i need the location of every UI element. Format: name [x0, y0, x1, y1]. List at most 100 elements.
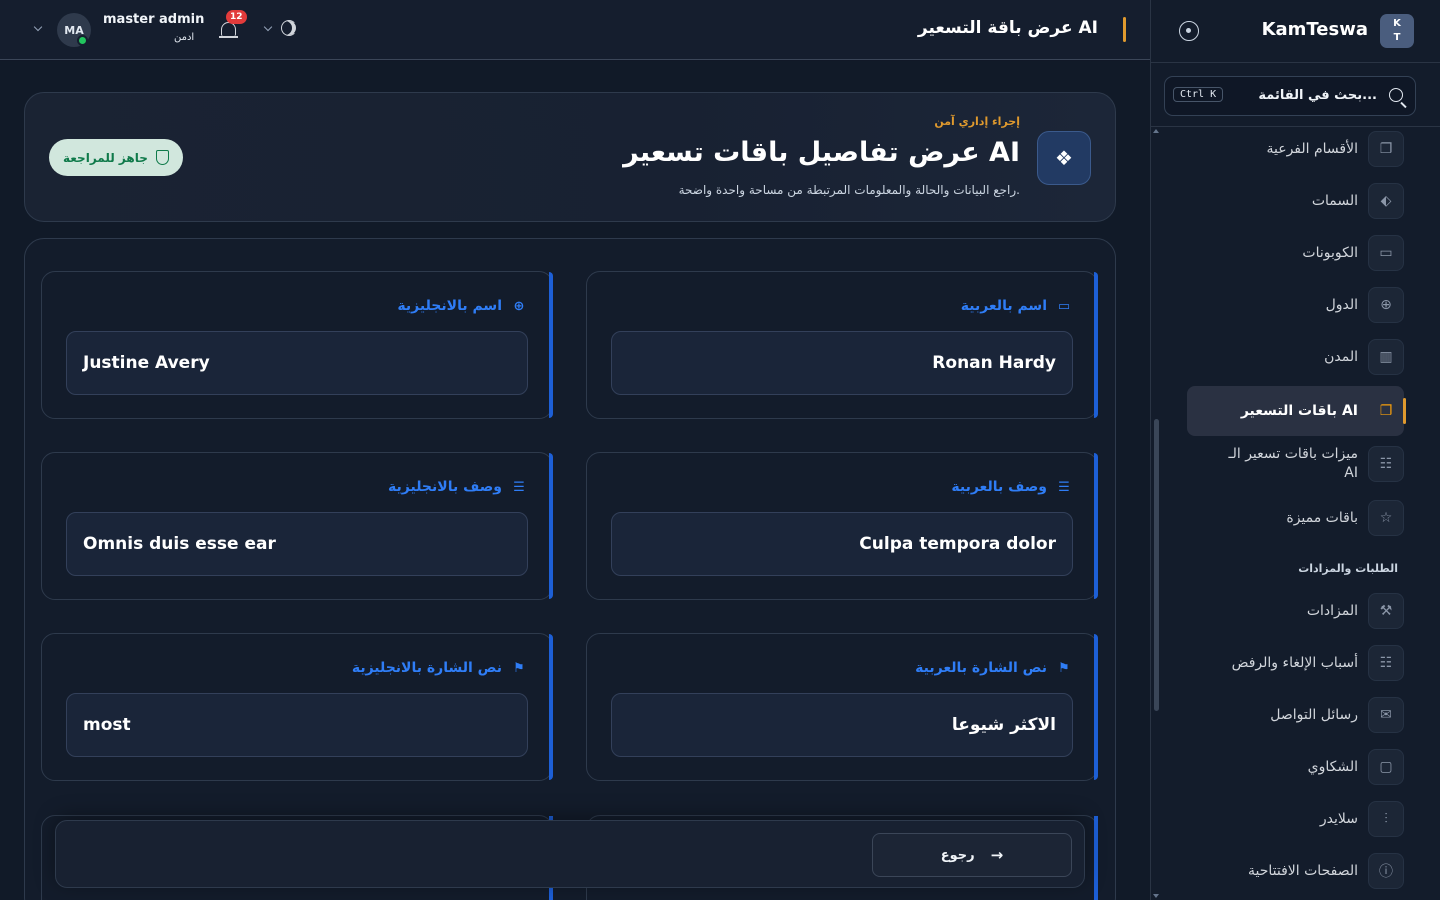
copy-icon: ❐ [1368, 131, 1404, 167]
field-value: Culpa tempora dolor [611, 512, 1073, 576]
sidebar-item-label: ميزات باقات تسعير الـ AI [1228, 445, 1358, 483]
field-label: ⚑ نص الشارة بالانجليزية [352, 660, 528, 676]
field-value: Justine Avery [66, 331, 528, 395]
sidebar-item-label: رسائل التواصل [1270, 706, 1358, 723]
sidebar-item-label: أسباب الإلغاء والرفض [1231, 654, 1358, 671]
mail-icon: ✉ [1368, 697, 1404, 733]
sliders-icon: ⫶ [1368, 801, 1404, 837]
sidebar-item-label: باقات التسعير AI [1240, 402, 1358, 419]
building-icon: ▥ [1368, 339, 1404, 375]
action-footer: رجوع → [55, 820, 1085, 888]
title-accent-bar [1123, 17, 1126, 42]
scroll-up-arrow[interactable] [1153, 129, 1159, 133]
field-label: ☰ وصف بالانجليزية [388, 479, 528, 495]
logo-letter: K [1393, 18, 1401, 29]
sidebar-item-complaints[interactable]: الشكاوي ▢ [1188, 741, 1404, 793]
page-header-card: ❖ إجراء إداري آمن عرض تفاصيل باقات تسعير… [24, 92, 1116, 222]
scrollbar-thumb[interactable] [1154, 419, 1159, 711]
label-line: AI [1344, 465, 1358, 481]
align-text-icon: ☰ [1058, 479, 1070, 495]
sidebar-item-ai-package-features[interactable]: ميزات باقات تسعير الـ AI ☷ [1188, 438, 1404, 490]
sidebar-item-label: الشكاوي [1307, 758, 1358, 775]
field-label-text: نص الشارة بالعربية [915, 660, 1047, 676]
back-button[interactable]: رجوع → [872, 833, 1072, 877]
scroll-down-arrow[interactable] [1153, 894, 1159, 898]
field-badge-ar: ⚑ نص الشارة بالعربية الاكثر شيوعا [586, 633, 1098, 781]
online-status-dot [77, 35, 88, 46]
sidebar-item-subcategories[interactable]: الأقسام الفرعية ❐ [1188, 127, 1404, 175]
search-placeholder: بحث في القائمة... [1258, 88, 1377, 103]
field-label: ⚑ نص الشارة بالعربية [915, 660, 1073, 676]
sidebar-item-label: الأقسام الفرعية [1266, 140, 1359, 157]
sidebar-item-label: المدن [1324, 348, 1358, 365]
sidebar-item-attributes[interactable]: السمات ⬖ [1188, 175, 1404, 227]
back-label: رجوع [940, 847, 975, 863]
logo[interactable]: K T [1380, 14, 1414, 48]
globe-icon: ⊕ [1368, 287, 1404, 323]
field-label: ☰ وصف بالعربية [951, 479, 1073, 495]
sidebar-item-cities[interactable]: المدن ▥ [1188, 331, 1404, 383]
field-label-text: وصف بالعربية [951, 479, 1047, 495]
sidebar: K T KamTeswa بحث في القائمة... Ctrl K ال… [1150, 0, 1440, 900]
sidebar-item-ai-pricing-packages[interactable]: باقات التسعير AI ❐ [1187, 386, 1406, 436]
sidebar-toggle-icon[interactable] [1179, 21, 1199, 41]
status-label: جاهز للمراجعة [63, 150, 148, 165]
header-subtitle: راجع البيانات والحالة والمعلومات المرتبط… [678, 183, 1020, 197]
sidebar-menu: الأقسام الفرعية ❐ السمات ⬖ الكوبونات ▭ ا… [1151, 127, 1440, 900]
sidebar-item-onboarding-pages[interactable]: الصفحات الافتتاحية ⓘ [1188, 845, 1404, 897]
align-text-icon: ☰ [513, 479, 525, 495]
sidebar-section-title: الطلبات والمزادات [1298, 562, 1398, 575]
label-line: ميزات باقات تسعير الـ [1228, 446, 1358, 462]
list-icon: ☷ [1368, 446, 1404, 482]
field-label-text: نص الشارة بالانجليزية [351, 660, 502, 676]
sidebar-item-contact-messages[interactable]: رسائل التواصل ✉ [1188, 689, 1404, 741]
sidebar-item-label: سلايدر [1319, 810, 1358, 827]
header-title: عرض تفاصيل باقات تسعير AI [623, 137, 1020, 168]
field-label: ▭ اسم بالعربية [961, 298, 1073, 314]
logo-letter: T [1393, 32, 1401, 43]
arrow-right-icon: → [990, 846, 1004, 864]
moon-icon[interactable] [281, 20, 297, 36]
flag-icon: ⚑ [1058, 660, 1070, 676]
field-value: الاكثر شيوعا [611, 693, 1073, 757]
notification-badge: 12 [226, 10, 247, 24]
ticket-icon: ▭ [1368, 235, 1404, 271]
field-value: most [66, 693, 528, 757]
sidebar-header: K T KamTeswa [1151, 0, 1440, 62]
shortcut-hint: Ctrl K [1173, 87, 1224, 102]
flag-icon: ⚑ [513, 660, 525, 676]
info-icon: ⓘ [1368, 853, 1404, 889]
user-name[interactable]: master admin [103, 12, 204, 27]
sidebar-item-label: الصفحات الافتتاحية [1248, 862, 1358, 879]
user-menu-chevron-icon[interactable] [33, 22, 43, 32]
field-name-en: ⊕ اسم بالانجليزية Justine Avery [41, 271, 553, 419]
field-label-text: اسم بالعربية [960, 298, 1047, 314]
user-role: ادمن [174, 32, 195, 43]
field-label: ⊕ اسم بالانجليزية [397, 298, 528, 314]
sidebar-item-label: باقات مميزة [1286, 509, 1358, 526]
star-icon: ☆ [1368, 500, 1404, 536]
sidebar-item-cancel-reasons[interactable]: أسباب الإلغاء والرفض ☷ [1188, 637, 1404, 689]
tag-icon: ⬖ [1368, 183, 1404, 219]
sidebar-item-label: الدول [1325, 296, 1358, 313]
sidebar-item-featured-packages[interactable]: باقات مميزة ☆ [1188, 492, 1404, 544]
id-card-icon: ▭ [1057, 298, 1071, 314]
field-label-text: وصف بالانجليزية [388, 479, 502, 495]
search-icon [1389, 88, 1403, 102]
sidebar-search-input[interactable]: بحث في القائمة... Ctrl K [1164, 76, 1416, 116]
chat-icon: ▢ [1368, 749, 1404, 785]
field-badge-en: ⚑ نص الشارة بالانجليزية most [41, 633, 553, 781]
header-kicker: إجراء إداري آمن [934, 115, 1020, 128]
list-icon: ☷ [1368, 645, 1404, 681]
bell-icon[interactable] [219, 22, 238, 38]
gavel-icon: ⚒ [1368, 593, 1404, 629]
chevron-down-icon[interactable] [263, 22, 273, 32]
sidebar-item-auctions[interactable]: المزادات ⚒ [1188, 585, 1404, 637]
status-badge: جاهز للمراجعة [49, 139, 183, 176]
field-desc-ar: ☰ وصف بالعربية Culpa tempora dolor [586, 452, 1098, 600]
sidebar-item-label: المزادات [1306, 602, 1358, 619]
sidebar-item-coupons[interactable]: الكوبونات ▭ [1188, 227, 1404, 279]
brand-name: KamTeswa [1261, 19, 1368, 40]
sidebar-item-countries[interactable]: الدول ⊕ [1188, 279, 1404, 331]
sidebar-item-slider[interactable]: سلايدر ⫶ [1188, 793, 1404, 845]
